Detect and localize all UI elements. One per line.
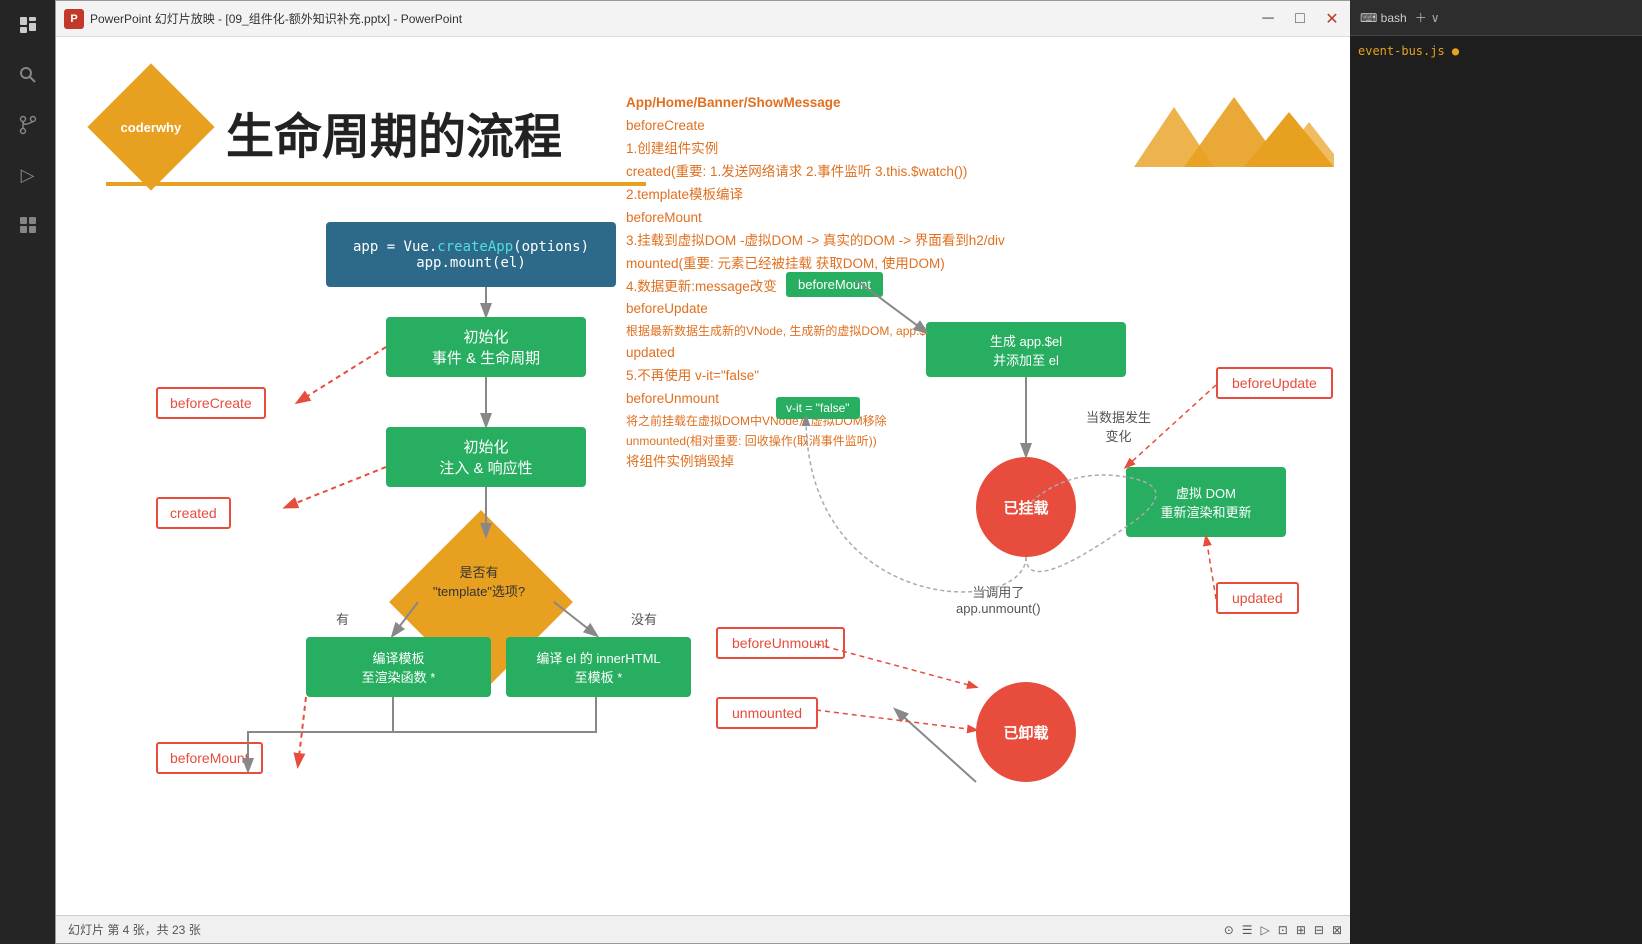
right-text-line-2: beforeCreate xyxy=(626,115,1146,138)
statusbar-icon-1[interactable]: ⊙ xyxy=(1224,923,1234,937)
init-box-1-line2: 事件 & 生命周期 xyxy=(432,347,540,368)
compile-box-1: 编译模板 至渲染函数 * xyxy=(306,637,491,697)
sidebar: ▷ xyxy=(0,0,55,944)
no-label: 没有 xyxy=(631,609,657,628)
right-text-line-16: unmounted(相对重要: 回收操作(取消事件监听)) xyxy=(626,431,1146,451)
minimize-button[interactable]: ─ xyxy=(1254,5,1282,33)
init-box-2-line2: 注入 & 响应性 xyxy=(439,457,532,478)
init-box-2-line1: 初始化 xyxy=(463,436,508,457)
create-text: createApp xyxy=(437,239,513,255)
unmount-circle: 已卸载 xyxy=(976,682,1076,782)
statusbar-icon-2[interactable]: ☰ xyxy=(1242,923,1253,937)
right-text-line-1: App/Home/Banner/ShowMessage xyxy=(626,92,1146,115)
terminal-area: ⌨ bash ＋ ∨ event-bus.js ● xyxy=(1350,0,1642,944)
right-text-line-4: created(重要: 1.发送网络请求 2.事件监听 3.this.$watc… xyxy=(626,161,1146,184)
unmount-circle-label: 已卸载 xyxy=(1003,722,1048,743)
statusbar-icon-7[interactable]: ⊠ xyxy=(1332,923,1342,937)
has-label: 有 xyxy=(336,609,349,628)
code-line-2: app.mount(el) xyxy=(416,255,526,271)
terminal-title: ⌨ bash xyxy=(1360,11,1407,25)
right-text-line-9: 4.数据更新:message改变 xyxy=(626,276,1146,299)
terminal-chevron[interactable]: ∨ xyxy=(1431,11,1440,25)
vif-label: v-it = "false" xyxy=(776,397,860,419)
sidebar-icon-search[interactable] xyxy=(0,50,55,100)
compile-box-1-line1: 编译模板 xyxy=(372,648,424,667)
statusbar-icon-3[interactable]: ▷ xyxy=(1261,923,1270,937)
right-text-content: App/Home/Banner/ShowMessage beforeCreate… xyxy=(626,92,1146,474)
right-text-line-14: beforeUnmount xyxy=(626,388,1146,411)
init-box-1: 初始化 事件 & 生命周期 xyxy=(386,317,586,377)
diamond-label: 是否有"template"选项? xyxy=(404,562,554,600)
logo-diamond: coderwhy xyxy=(87,63,214,190)
slide-info: 幻灯片 第 4 张，共 23 张 xyxy=(68,921,201,938)
code-box: app = Vue.createApp(options) app.mount(e… xyxy=(326,222,616,287)
label-beforeCreate: beforeCreate xyxy=(156,387,266,419)
terminal-add[interactable]: ＋ xyxy=(1415,9,1427,26)
right-text-line-15: 将之前挂载在虚拟DOM中VNode从虚拟DOM移除 xyxy=(626,411,1146,431)
unmount-text: 当调用了app.unmount() xyxy=(956,582,1041,616)
code-line-1: app = Vue.createApp(options) xyxy=(353,239,589,255)
vnode-box: 生成 app.$el 并添加至 el xyxy=(926,322,1126,377)
statusbar-icon-5[interactable]: ⊞ xyxy=(1296,923,1306,937)
slide-title: 生命周期的流程 xyxy=(226,97,562,167)
right-text-line-6: beforeMount xyxy=(626,207,1146,230)
statusbar-right: ⊙ ☰ ▷ ⊡ ⊞ ⊟ ⊠ xyxy=(1224,923,1342,937)
label-beforeUpdate: beforeUpdate xyxy=(1216,367,1333,399)
mounted-circle-label: 已挂载 xyxy=(1003,497,1048,518)
compile-box-2-line1: 编译 el 的 innerHTML xyxy=(536,648,660,667)
label-unmounted: unmounted xyxy=(716,697,818,729)
compile-box-2-line2: 至模板 * xyxy=(575,667,623,686)
sidebar-icon-explorer[interactable] xyxy=(0,0,55,50)
maximize-button[interactable]: □ xyxy=(1286,5,1314,33)
compile-box-2: 编译 el 的 innerHTML 至模板 * xyxy=(506,637,691,697)
init-box-1-line1: 初始化 xyxy=(463,326,508,347)
right-text-line-7: 3.挂载到虚拟DOM -虚拟DOM -> 真实的DOM -> 界面看到h2/di… xyxy=(626,230,1146,253)
window-controls: ─ □ ✕ xyxy=(1254,5,1346,33)
right-text-line-17: 将组件实例销毁掉 xyxy=(626,451,1146,474)
statusbar: 幻灯片 第 4 张，共 23 张 ⊙ ☰ ▷ ⊡ ⊞ ⊟ ⊠ xyxy=(56,915,1354,943)
mount-inner-label: beforeMount xyxy=(786,272,883,297)
terminal-header: ⌨ bash ＋ ∨ xyxy=(1350,0,1642,36)
close-button[interactable]: ✕ xyxy=(1318,5,1346,33)
mounted-circle: 已挂载 xyxy=(976,457,1076,557)
vnode-line1: 生成 app.$el xyxy=(990,331,1062,350)
mountain-decoration xyxy=(1134,87,1334,167)
vdom-line2: 重新渲染和更新 xyxy=(1160,502,1251,521)
slide-container: coderwhy 生命周期的流程 App/Home/Banner/ShowMes… xyxy=(56,37,1354,915)
right-text-line-8: mounted(重要: 元素已经被挂载 获取DOM, 使用DOM) xyxy=(626,253,1146,276)
sidebar-icon-debug[interactable]: ▷ xyxy=(0,150,55,200)
right-text-line-3: 1.创建组件实例 xyxy=(626,138,1146,161)
powerpoint-window: P PowerPoint 幻灯片放映 - [09_组件化-额外知识补充.pptx… xyxy=(55,0,1355,944)
label-beforeMount: beforeMount xyxy=(156,742,263,774)
statusbar-icon-6[interactable]: ⊟ xyxy=(1314,923,1324,937)
statusbar-icon-4[interactable]: ⊡ xyxy=(1278,923,1288,937)
vnode-line2: 并添加至 el xyxy=(993,350,1059,369)
right-text-line-10: beforeUpdate xyxy=(626,298,1146,321)
compile-box-1-line2: 至渲染函数 * xyxy=(362,667,436,686)
init-box-2: 初始化 注入 & 响应性 xyxy=(386,427,586,487)
terminal-line: event-bus.js ● xyxy=(1358,44,1634,58)
sidebar-icon-git[interactable] xyxy=(0,100,55,150)
window-titlebar: P PowerPoint 幻灯片放映 - [09_组件化-额外知识补充.pptx… xyxy=(56,1,1354,37)
sidebar-icon-extensions[interactable] xyxy=(0,200,55,250)
logo-text: coderwhy xyxy=(121,120,182,135)
label-created: created xyxy=(156,497,231,529)
separator-line xyxy=(106,182,646,186)
window-title: PowerPoint 幻灯片放映 - [09_组件化-额外知识补充.pptx] … xyxy=(90,10,1254,27)
vdom-line1: 虚拟 DOM xyxy=(1176,483,1236,502)
label-updated: updated xyxy=(1216,582,1299,614)
label-beforeUnmount: beforeUnmount xyxy=(716,627,845,659)
vdom-box: 虚拟 DOM 重新渲染和更新 xyxy=(1126,467,1286,537)
data-change-label: 当数据发生变化 xyxy=(1086,407,1151,445)
app-icon: P xyxy=(64,9,84,29)
terminal-body: event-bus.js ● xyxy=(1350,36,1642,944)
right-text-line-5: 2.template模板编译 xyxy=(626,184,1146,207)
